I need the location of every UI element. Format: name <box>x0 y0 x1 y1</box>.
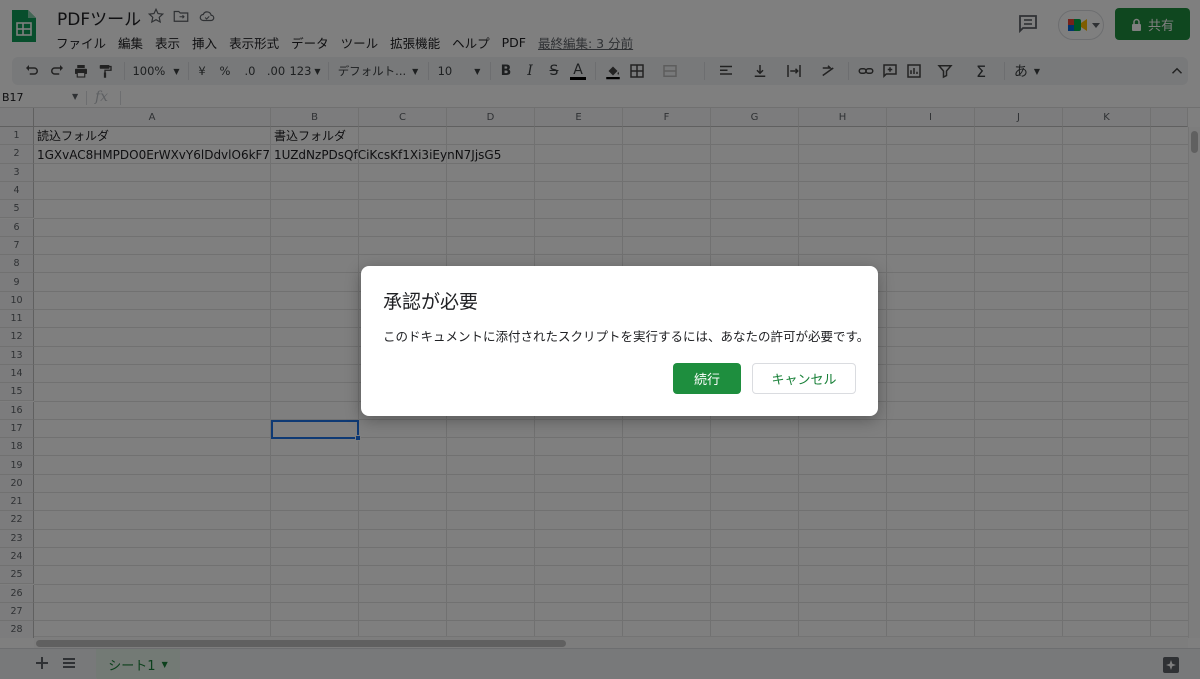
authorization-dialog: 承認が必要 このドキュメントに添付されたスクリプトを実行するには、あなたの許可が… <box>361 266 878 416</box>
dialog-title: 承認が必要 <box>383 291 479 313</box>
continue-button[interactable]: 続行 <box>673 363 741 394</box>
cancel-button[interactable]: キャンセル <box>752 363 856 394</box>
dialog-message: このドキュメントに添付されたスクリプトを実行するには、あなたの許可が必要です。 <box>383 329 870 344</box>
